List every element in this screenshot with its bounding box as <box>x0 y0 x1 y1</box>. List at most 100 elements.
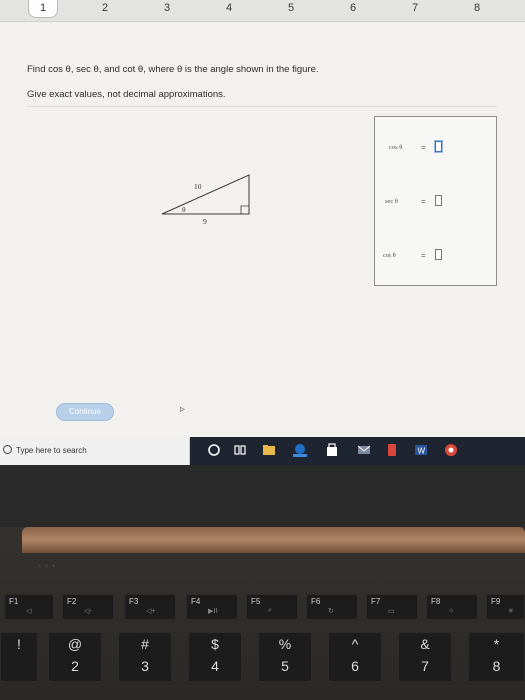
key-f1[interactable]: F1 ◁ <box>4 594 54 620</box>
hypotenuse-label: 10 <box>194 182 202 191</box>
brightness-up-icon: ✳ <box>508 608 514 615</box>
cot-answer-input[interactable] <box>435 249 442 260</box>
key-f8-label: F8 <box>431 597 441 606</box>
sec-label: sec θ <box>385 198 399 205</box>
key-1-symbol: ! <box>17 636 21 652</box>
key-f2[interactable]: F2 ◁- <box>62 594 114 620</box>
windows-taskbar: Type here to search W <box>0 437 525 465</box>
tab-1[interactable]: 1 <box>28 0 58 18</box>
key-2[interactable]: @2 <box>48 632 102 682</box>
mail-icon[interactable] <box>357 443 371 457</box>
brightness-down-icon: ☼ <box>448 607 455 614</box>
angle-label: θ <box>182 205 186 214</box>
number-key-row: ! @2 #3 $4 % 5 ^ 6 & 7 * 8 <box>0 632 525 690</box>
key-2-symbol: @ <box>67 636 83 652</box>
right-triangle-icon <box>161 174 250 215</box>
question-tab-bar: 1 2 3 4 5 6 7 8 <box>0 0 525 22</box>
key-3[interactable]: #3 <box>118 632 172 682</box>
key-f5-label: F5 <box>251 597 261 606</box>
volume-down-icon: ◁- <box>84 608 92 615</box>
cortana-icon[interactable] <box>207 443 221 457</box>
tab-4[interactable]: 4 <box>214 0 244 18</box>
tab-7[interactable]: 7 <box>400 0 430 18</box>
key-f3-label: F3 <box>129 597 139 606</box>
edge-browser-icon[interactable] <box>293 443 307 457</box>
adjacent-label: 9 <box>203 217 207 226</box>
key-8-number: 8 <box>492 658 501 674</box>
display-icon: ▭ <box>388 608 395 615</box>
key-5-symbol: % <box>278 636 292 652</box>
instruction-text: Give exact values, not decimal approxima… <box>27 89 226 100</box>
cos-answer-row: cos θ = <box>375 141 498 157</box>
key-6[interactable]: ^ 6 <box>328 632 382 682</box>
divider <box>27 106 497 107</box>
key-f2-label: F2 <box>67 597 77 606</box>
tab-2[interactable]: 2 <box>90 0 120 18</box>
laptop-hinge <box>22 527 525 553</box>
task-view-icon[interactable] <box>233 443 247 457</box>
key-f6[interactable]: F6 ↻ <box>306 594 358 620</box>
screen: 1 2 3 4 5 6 7 8 Find cos θ, sec θ, and c… <box>0 0 525 437</box>
play-pause-icon: ▶II <box>208 608 218 615</box>
chrome-icon[interactable] <box>444 443 458 457</box>
key-1[interactable]: ! <box>0 632 38 682</box>
sec-answer-row: sec θ = <box>375 195 498 211</box>
key-5-number: 5 <box>281 658 289 674</box>
tab-3[interactable]: 3 <box>152 0 182 18</box>
key-f1-label: F1 <box>9 597 19 606</box>
triangle-figure: 10 θ 9 <box>158 172 258 232</box>
continue-button[interactable]: Continue <box>56 403 114 421</box>
cos-label: cos θ <box>389 144 403 151</box>
key-f4-label: F4 <box>191 597 201 606</box>
volume-up-icon: ◁+ <box>146 608 156 615</box>
key-3-number: 3 <box>141 658 149 674</box>
key-f4[interactable]: F4 ▶II <box>186 594 238 620</box>
refresh-icon: ↻ <box>328 608 334 615</box>
answer-panel: cos θ = sec θ = cot θ = <box>374 116 497 286</box>
sec-equals: = <box>421 197 426 206</box>
key-search-icon: ⌕ <box>268 607 272 614</box>
tab-5[interactable]: 5 <box>276 0 306 18</box>
mouse-cursor-icon: ▹ <box>180 404 186 415</box>
key-8[interactable]: * 8 <box>468 632 525 682</box>
tab-6[interactable]: 6 <box>338 0 368 18</box>
key-f5[interactable]: F5 ⌕ <box>246 594 298 620</box>
office-icon[interactable] <box>385 443 399 457</box>
key-f9-label: F9 <box>491 597 501 606</box>
svg-text:W: W <box>418 447 426 456</box>
photo-frame: 1 2 3 4 5 6 7 8 Find cos θ, sec θ, and c… <box>0 0 525 700</box>
key-f9[interactable]: F9 ✳ <box>486 594 525 620</box>
store-icon[interactable] <box>325 443 339 457</box>
indicator-icons: ◦ ◦ ◦ <box>38 561 56 570</box>
key-7[interactable]: & 7 <box>398 632 452 682</box>
search-placeholder: Type here to search <box>16 446 87 455</box>
key-8-symbol: * <box>493 636 500 652</box>
key-3-symbol: # <box>141 636 149 652</box>
word-icon[interactable]: W <box>414 443 428 457</box>
file-explorer-icon[interactable] <box>262 443 276 457</box>
search-icon <box>3 445 12 454</box>
key-4[interactable]: $4 <box>188 632 242 682</box>
tab-8[interactable]: 8 <box>462 0 492 18</box>
mute-icon: ◁ <box>26 608 32 615</box>
taskbar-search-box[interactable]: Type here to search <box>0 437 190 465</box>
key-f7[interactable]: F7 ▭ <box>366 594 418 620</box>
cot-equals: = <box>421 251 426 260</box>
key-6-symbol: ^ <box>351 636 359 652</box>
key-f3[interactable]: F3 ◁+ <box>124 594 176 620</box>
function-key-row: F1 ◁ F2 ◁- F3 ◁+ F4 ▶II F5 ⌕ F6 ↻ F7 ▭ F8 ☼ F9 ✳ <box>0 594 525 622</box>
question-text: Find cos θ, sec θ, and cot θ, where θ is… <box>27 64 319 75</box>
sec-answer-input[interactable] <box>435 195 442 206</box>
screen-bezel <box>0 465 525 527</box>
cot-label: cot θ <box>383 252 396 259</box>
key-5[interactable]: % 5 <box>258 632 312 682</box>
key-7-symbol: & <box>420 636 430 652</box>
key-f7-label: F7 <box>371 597 381 606</box>
key-2-number: 2 <box>71 658 79 674</box>
key-f8[interactable]: F8 ☼ <box>426 594 478 620</box>
cot-answer-row: cot θ = <box>375 249 498 265</box>
cos-equals: = <box>421 143 426 152</box>
key-f6-label: F6 <box>311 597 321 606</box>
key-6-number: 6 <box>351 658 359 674</box>
cos-answer-input[interactable] <box>435 141 442 152</box>
